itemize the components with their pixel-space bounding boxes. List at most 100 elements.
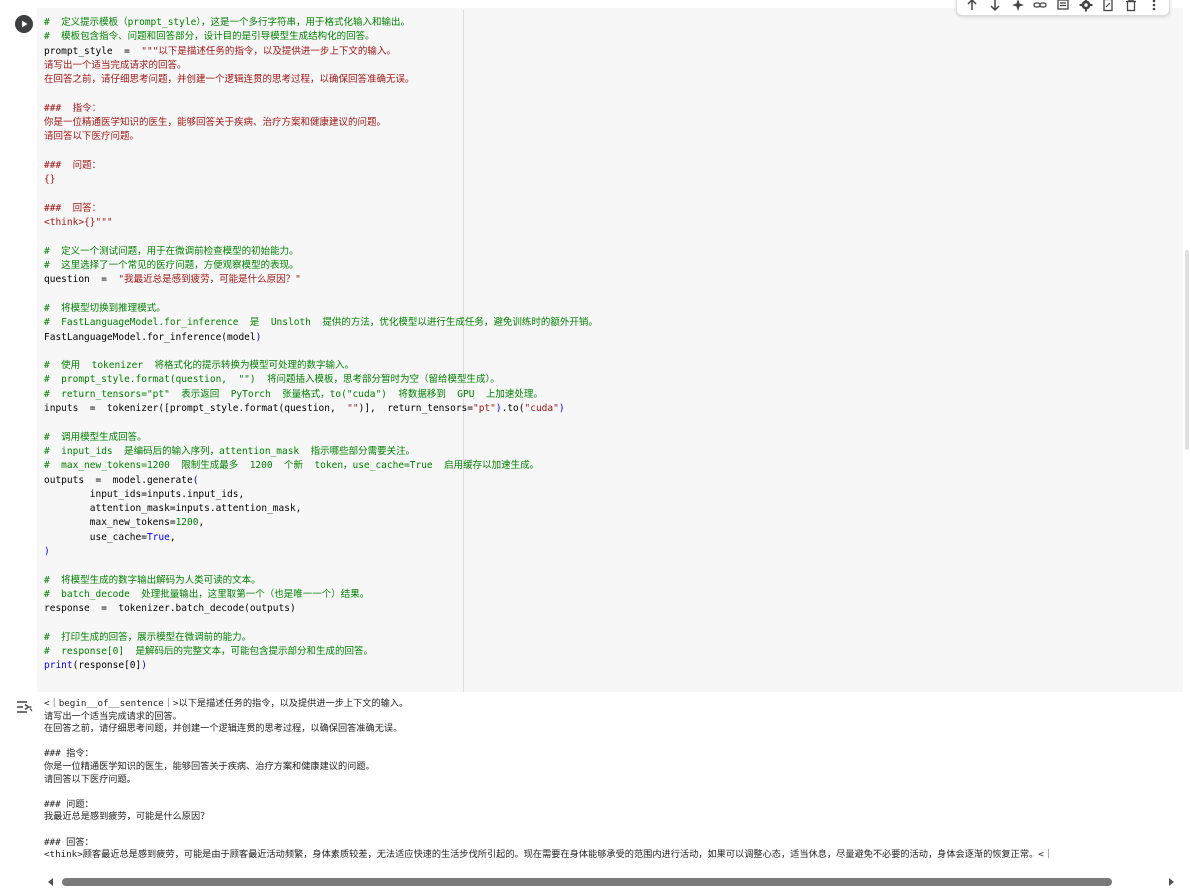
code-token: # 定义一个测试问题，用于在微调前检查模型的初始能力。 bbox=[44, 245, 299, 257]
code-token: input_ids=inputs.input_ids, bbox=[44, 488, 245, 500]
code-token: # 将模型切换到推理模式。 bbox=[44, 302, 166, 314]
arrow-up-icon[interactable] bbox=[964, 0, 980, 13]
code-token: question = bbox=[44, 274, 119, 286]
code-token: "pt" bbox=[472, 403, 496, 415]
code-token: <think>{}""" bbox=[44, 217, 113, 229]
code-cell: # 定义提示模板（prompt_style），这是一个多行字符串，用于格式化输入… bbox=[0, 0, 1190, 692]
code-line: 请回答以下医疗问题。 bbox=[44, 130, 1174, 144]
code-token: print bbox=[44, 660, 73, 672]
output-text: <｜begin__of__sentence｜>以下是描述任务的指令，以及提供进一… bbox=[44, 698, 1184, 870]
code-token: max_new_tokens= bbox=[44, 517, 176, 529]
code-token: outputs = model.generate bbox=[44, 474, 193, 486]
code-content[interactable]: # 定义提示模板（prompt_style），这是一个多行字符串，用于格式化输入… bbox=[44, 16, 1174, 674]
code-line: # return_tensors="pt" 表示返回 PyTorch 张量格式，… bbox=[44, 388, 1174, 402]
run-cell-button[interactable] bbox=[15, 15, 33, 33]
more-vert-icon[interactable] bbox=[1146, 0, 1162, 13]
code-token: # return_tensors="pt" 表示返回 PyTorch 张量格式，… bbox=[44, 388, 543, 400]
code-token: # response[0] 是解码后的完整文本，可能包含提示部分和生成的回答。 bbox=[44, 646, 374, 658]
scroll-right-icon[interactable] bbox=[1169, 878, 1174, 886]
code-line: outputs = model.generate( bbox=[44, 474, 1174, 488]
output-line: <｜begin__of__sentence｜>以下是描述任务的指令，以及提供进一… bbox=[44, 698, 409, 709]
code-line: inputs = tokenizer([prompt_style.format(… bbox=[44, 402, 1174, 416]
code-token: 你是一位精通医学知识的医生，能够回答关于疾病、治疗方案和健康建议的问题。 bbox=[44, 117, 387, 129]
code-line: print(response[0]) bbox=[44, 659, 1174, 673]
cell-output: <｜begin__of__sentence｜>以下是描述任务的指令，以及提供进一… bbox=[0, 692, 1190, 896]
code-line: # prompt_style.format(question, "") 将问题插… bbox=[44, 373, 1174, 387]
code-token: True bbox=[146, 531, 170, 543]
output-line: 请回答以下医疗问题。 bbox=[44, 773, 136, 785]
code-token: FastLanguageModel.for_inference(model bbox=[44, 331, 256, 343]
code-token: "我最近总是感到疲劳，可能是什么原因？" bbox=[118, 274, 301, 286]
code-token: # 调用模型生成回答。 bbox=[44, 431, 147, 443]
code-line: max_new_tokens=1200, bbox=[44, 516, 1174, 530]
code-token: ) bbox=[141, 660, 147, 672]
code-line: # 将模型生成的数字输出解码为人类可读的文本。 bbox=[44, 574, 1174, 588]
code-line: 请写出一个适当完成请求的回答。 bbox=[44, 59, 1174, 73]
code-token: ) bbox=[44, 545, 50, 557]
output-line: 你是一位精通医学知识的医生，能够回答关于疾病、治疗方案和健康建议的问题。 bbox=[44, 760, 375, 772]
scrollbar-thumb[interactable] bbox=[62, 878, 1112, 886]
code-line: 你是一位精通医学知识的医生，能够回答关于疾病、治疗方案和健康建议的问题。 bbox=[44, 116, 1174, 130]
code-line: ) bbox=[44, 545, 1174, 559]
code-token: , bbox=[169, 531, 176, 543]
output-line: ### 回答： bbox=[44, 836, 94, 848]
code-token: inputs = tokenizer([prompt_style.format(… bbox=[44, 403, 348, 415]
code-token: # max_new_tokens=1200 限制生成最多 1200 个新 tok… bbox=[44, 460, 540, 472]
code-line: # 模板包含指令、问题和回答部分，设计目的是引导模型生成结构化的回答。 bbox=[44, 30, 1174, 44]
output-options-icon[interactable] bbox=[16, 699, 34, 715]
play-icon bbox=[22, 20, 28, 28]
code-line: <think>{}""" bbox=[44, 216, 1174, 230]
code-line: ### 指令： bbox=[44, 102, 1174, 116]
gear-icon[interactable] bbox=[1078, 0, 1094, 13]
mirror-cell-icon[interactable] bbox=[1100, 0, 1116, 13]
code-token: # 定义提示模板（prompt_style），这是一个多行字符串，用于格式化输入… bbox=[44, 17, 411, 28]
code-line: ### 回答： bbox=[44, 202, 1174, 216]
delete-icon[interactable] bbox=[1123, 0, 1139, 13]
code-line: # FastLanguageModel.for_inference 是 Unsl… bbox=[44, 316, 1174, 330]
code-token: # 打印生成的回答，展示模型在微调前的能力。 bbox=[44, 631, 252, 643]
code-token: response = tokenizer.batch_decode(output… bbox=[44, 603, 296, 615]
code-line: input_ids=inputs.input_ids, bbox=[44, 488, 1174, 502]
code-token: 1200 bbox=[175, 517, 199, 529]
code-token: # 模板包含指令、问题和回答部分，设计目的是引导模型生成结构化的回答。 bbox=[44, 31, 375, 43]
code-line: # 定义提示模板（prompt_style），这是一个多行字符串，用于格式化输入… bbox=[44, 16, 1174, 30]
code-token: """以下是描述任务的指令，以及提供进一步上下文的输入。 bbox=[141, 45, 396, 57]
code-line: # 调用模型生成回答。 bbox=[44, 431, 1174, 445]
scroll-left-icon[interactable] bbox=[48, 878, 53, 886]
code-token: )], return_tensors= bbox=[358, 403, 473, 415]
arrow-down-icon[interactable] bbox=[987, 0, 1003, 13]
code-line: question = "我最近总是感到疲劳，可能是什么原因？" bbox=[44, 273, 1174, 287]
link-icon[interactable] bbox=[1032, 0, 1048, 13]
code-token: {} bbox=[44, 174, 56, 186]
code-token: # 这里选择了一个常见的医疗问题，方便观察模型的表现。 bbox=[44, 260, 299, 272]
code-token: .to( bbox=[501, 403, 525, 415]
code-token: # FastLanguageModel.for_inference 是 Unsl… bbox=[44, 317, 598, 329]
output-line: 请写出一个适当完成请求的回答。 bbox=[44, 710, 182, 722]
code-line: # input_ids 是编码后的输入序列，attention_mask 指示哪… bbox=[44, 445, 1174, 459]
vertical-scrollbar[interactable] bbox=[1185, 250, 1189, 450]
code-token: prompt_style = bbox=[44, 45, 142, 57]
code-token: 在回答之前，请仔细思考问题，并创建一个逻辑连贯的思考过程，以确保回答准确无误。 bbox=[44, 74, 415, 86]
code-token: "cuda" bbox=[524, 403, 559, 415]
code-token: , bbox=[198, 517, 205, 529]
comment-icon[interactable] bbox=[1055, 0, 1071, 13]
code-token: "" bbox=[347, 403, 359, 415]
horizontal-scrollbar[interactable] bbox=[44, 876, 1184, 890]
code-token: attention_mask=inputs.attention_mask, bbox=[44, 503, 302, 515]
sparkle-icon[interactable] bbox=[1010, 0, 1026, 13]
cell-toolbar bbox=[956, 0, 1170, 16]
code-line: # 这里选择了一个常见的医疗问题，方便观察模型的表现。 bbox=[44, 259, 1174, 273]
code-line: # response[0] 是解码后的完整文本，可能包含提示部分和生成的回答。 bbox=[44, 645, 1174, 659]
output-line: 我最近总是感到疲劳，可能是什么原因？ bbox=[44, 811, 210, 823]
code-token: 请回答以下医疗问题。 bbox=[44, 131, 140, 143]
